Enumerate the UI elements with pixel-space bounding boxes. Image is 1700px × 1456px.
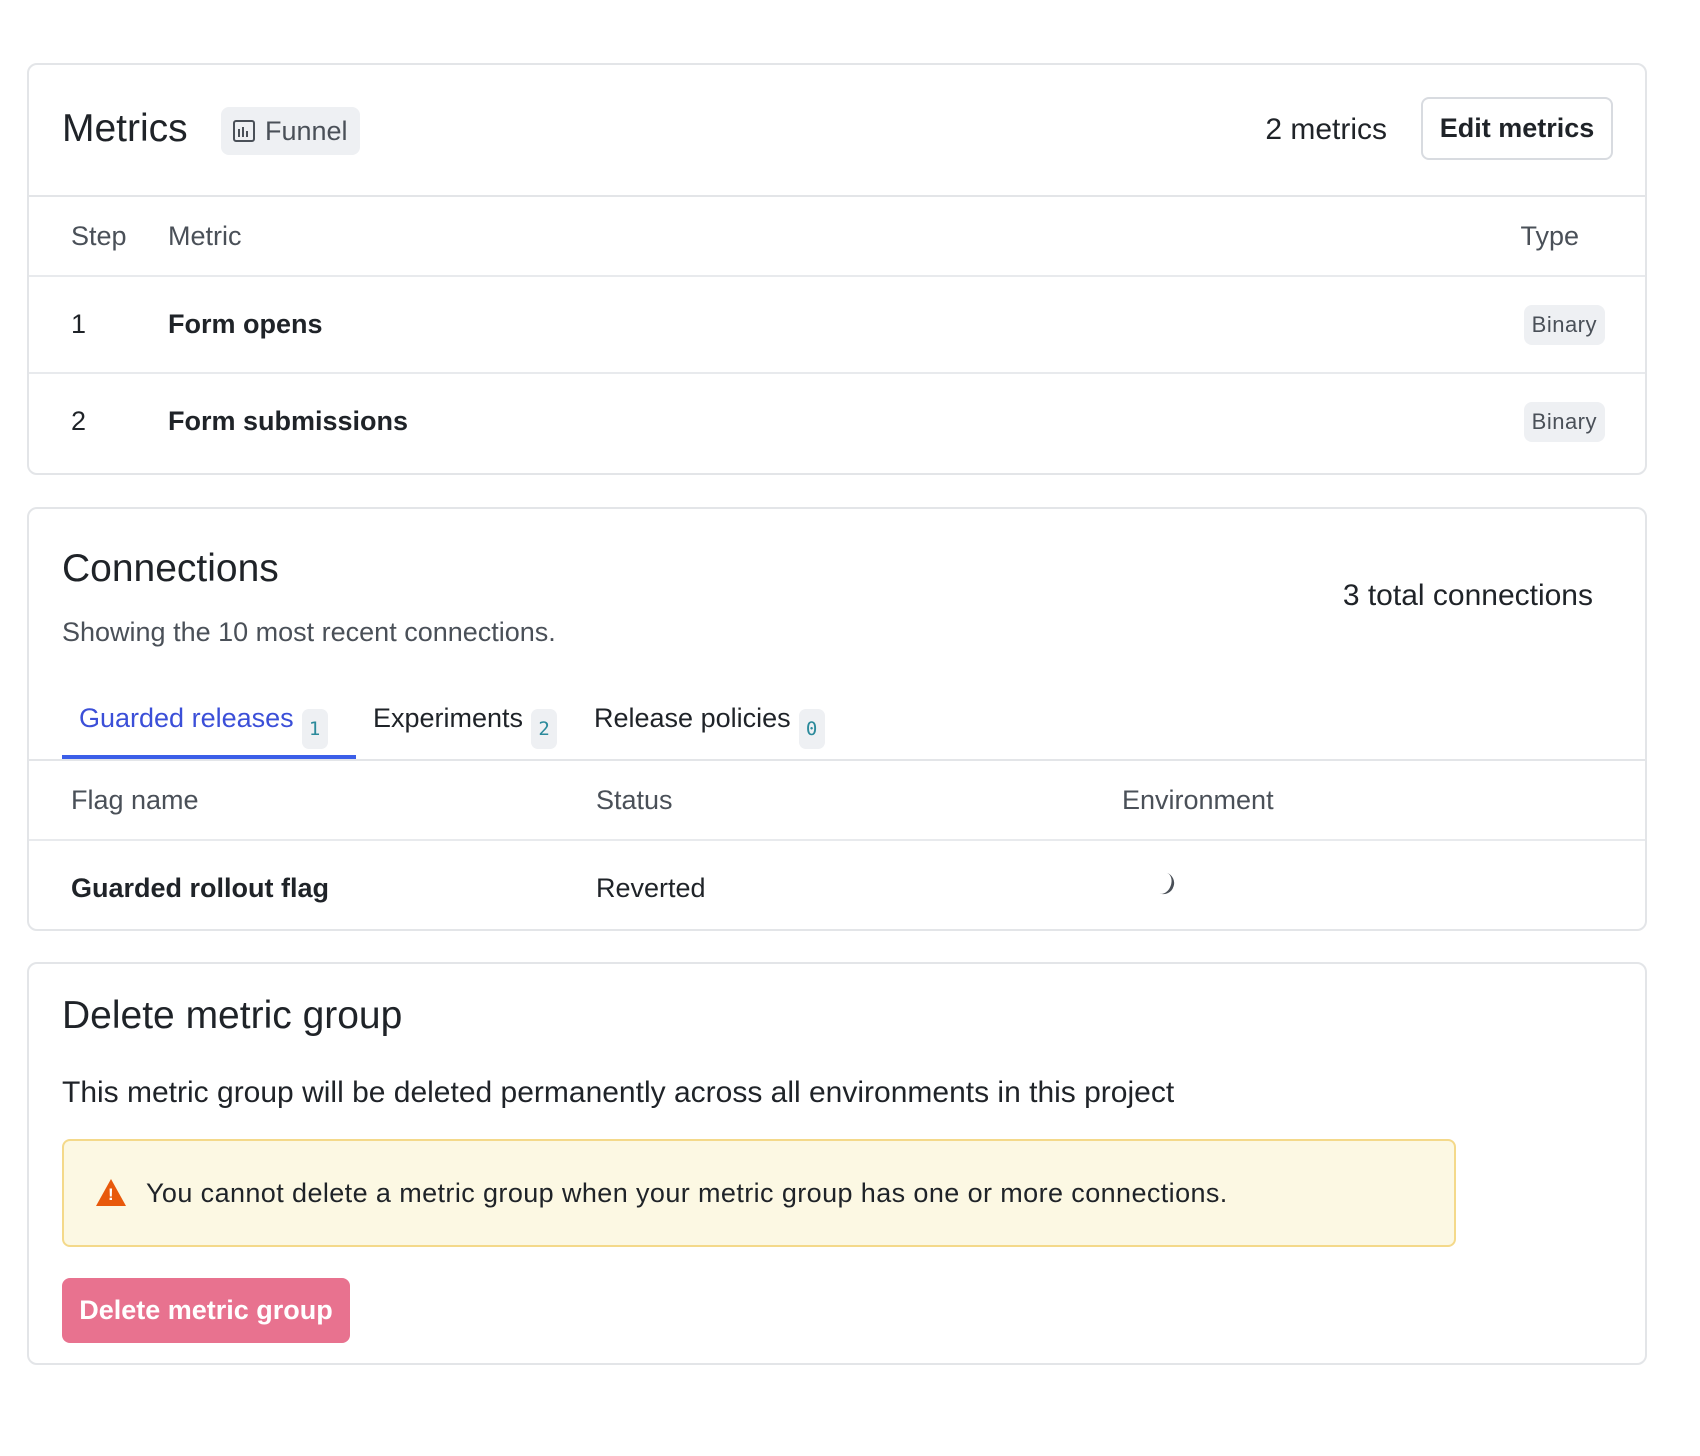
metrics-count: 2 metrics [1265,113,1387,146]
column-header-environment: Environment [1122,785,1274,815]
metrics-title: Metrics [62,107,188,150]
tab-label: Release policies [594,703,791,733]
total-connections: 3 total connections [1342,579,1593,612]
column-header-flag-name: Flag name [71,785,199,815]
metric-name-link[interactable]: Form submissions [168,406,408,437]
warning-triangle-icon [96,1179,126,1206]
metrics-table: Step Metric Type 1 Form opens Binary 2 F… [29,197,1645,471]
tab-release-policies[interactable]: Release policies 0 [594,687,825,759]
tab-guarded-releases[interactable]: Guarded releases 1 [62,687,356,759]
type-badge: Binary [1523,305,1605,345]
tab-label: Guarded releases [79,703,294,733]
connections-tabs: Guarded releases 1 Experiments 2 Release… [29,687,1645,761]
funnel-chart-icon [233,120,255,142]
warning-callout: You cannot delete a metric group when yo… [62,1139,1456,1247]
metrics-card: Metrics Funnel 2 metrics Edit metrics St… [27,63,1647,475]
connections-table: Flag name Status Environment Guarded rol… [29,761,1645,931]
delete-metric-group-card: Delete metric group This metric group wi… [27,962,1647,1365]
connections-table-header: Flag name Status Environment [29,761,1645,841]
funnel-badge-label: Funnel [265,115,348,146]
tab-count-badge: 2 [531,709,558,749]
delete-description: This metric group will be deleted perman… [62,1076,1175,1109]
step-number: 1 [71,309,87,339]
step-number: 2 [71,406,87,436]
column-header-step: Step [71,221,127,251]
edit-metrics-button[interactable]: Edit metrics [1421,97,1613,160]
metric-name-link[interactable]: Form opens [168,309,323,340]
table-row: 2 Form submissions Binary [29,374,1645,471]
metrics-header: Metrics Funnel 2 metrics Edit metrics [29,65,1645,197]
warning-text: You cannot delete a metric group when yo… [146,1178,1228,1208]
funnel-badge: Funnel [221,107,360,155]
type-badge: Binary [1523,402,1605,442]
table-row: 1 Form opens Binary [29,277,1645,374]
column-header-status: Status [596,785,673,815]
tab-label: Experiments [373,703,524,733]
loading-spinner-icon [1153,870,1178,898]
delete-metric-group-button[interactable]: Delete metric group [62,1278,350,1343]
tab-count-badge: 1 [301,709,328,749]
column-header-type: Type [1520,221,1579,251]
column-header-metric: Metric [168,221,242,251]
connection-status: Reverted [596,873,706,903]
table-row: Guarded rollout flag Reverted [29,841,1645,931]
flag-name-link[interactable]: Guarded rollout flag [71,873,329,904]
connections-title: Connections [62,547,279,590]
tab-count-badge: 0 [798,709,825,749]
tab-experiments[interactable]: Experiments 2 [373,687,558,759]
connections-card: Connections Showing the 10 most recent c… [27,507,1647,931]
metrics-table-header: Step Metric Type [29,197,1645,277]
connections-subtitle: Showing the 10 most recent connections. [62,617,556,647]
delete-title: Delete metric group [62,994,403,1037]
